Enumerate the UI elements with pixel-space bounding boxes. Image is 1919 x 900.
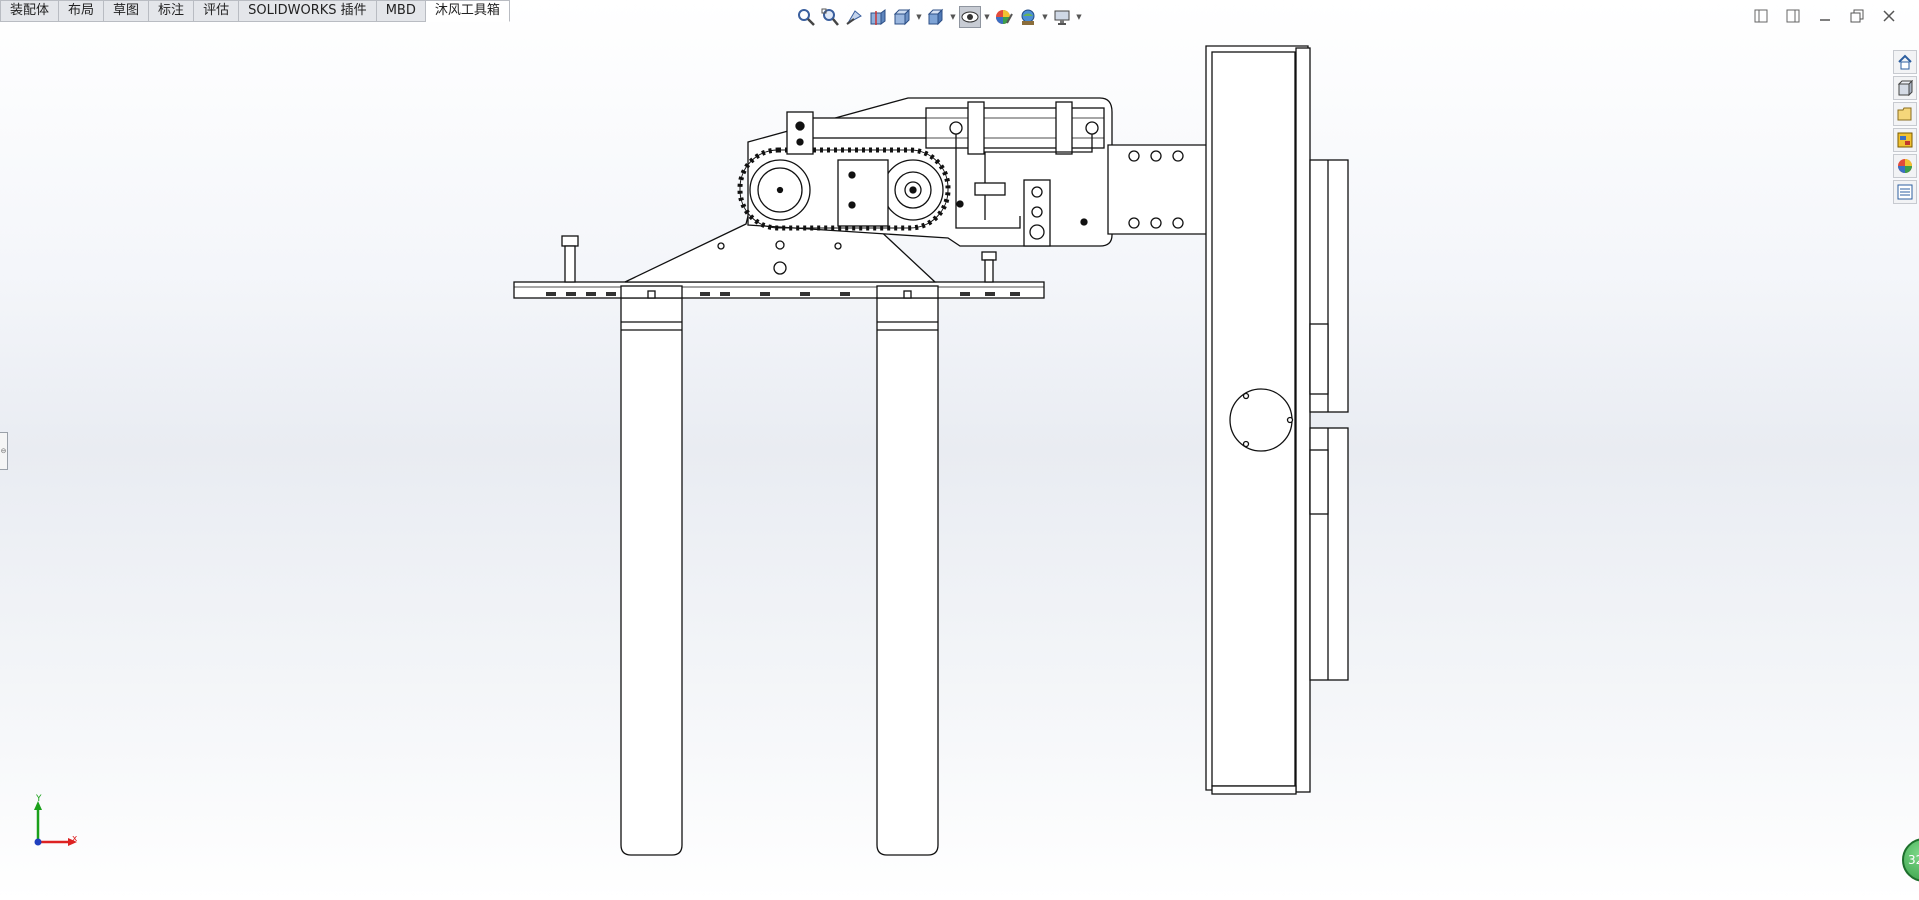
chevron-down-icon[interactable]: ▼ — [983, 6, 991, 28]
heads-up-view-toolbar: ▼ ▼ ▼ ▼ ▼ — [795, 3, 1083, 31]
zoom-to-fit-icon[interactable] — [795, 6, 817, 28]
tab-mbd[interactable]: MBD — [376, 0, 426, 22]
design-library-icon[interactable] — [1893, 76, 1917, 100]
chain-tensioner-block — [837, 159, 889, 227]
chevron-down-icon[interactable]: ▼ — [1041, 6, 1049, 28]
left-post-cap — [561, 235, 579, 247]
tab-layout[interactable]: 布局 — [59, 0, 105, 22]
appearances-icon[interactable] — [1893, 154, 1917, 178]
chevron-down-icon[interactable]: ▼ — [1075, 6, 1083, 28]
custom-properties-icon[interactable] — [1893, 180, 1917, 204]
zoom-to-area-icon[interactable] — [819, 6, 841, 28]
cad-graphics-area[interactable] — [0, 0, 1919, 900]
view-settings-icon[interactable] — [1051, 6, 1073, 28]
right-fork — [876, 297, 939, 856]
window-controls — [1751, 6, 1899, 26]
file-explorer-icon[interactable] — [1893, 102, 1917, 126]
tile-right-icon[interactable] — [1783, 6, 1803, 26]
command-manager-tabs: 装配体 布局 草图 标注 评估 SOLIDWORKS 插件 MBD 沐风工具箱 — [0, 0, 510, 22]
right-post-cap — [981, 251, 997, 261]
home-icon[interactable] — [1893, 50, 1917, 74]
fitting — [974, 182, 1006, 196]
tab-sketch[interactable]: 草图 — [104, 0, 150, 22]
tab-solidworks-addins[interactable]: SOLIDWORKS 插件 — [239, 0, 377, 22]
close-icon[interactable] — [1879, 6, 1899, 26]
tab-assembly[interactable]: 装配体 — [0, 0, 60, 22]
section-view-icon[interactable] — [867, 6, 889, 28]
display-style-icon[interactable] — [925, 6, 947, 28]
minimize-icon[interactable] — [1815, 6, 1835, 26]
mast-inspection-hole — [1229, 388, 1293, 452]
coordinate-triad: Y x — [28, 794, 88, 856]
left-fork — [620, 297, 683, 856]
view-orientation-icon[interactable] — [891, 6, 913, 28]
tab-evaluate[interactable]: 评估 — [194, 0, 240, 22]
edit-appearance-icon[interactable] — [993, 6, 1015, 28]
tab-markup[interactable]: 标注 — [149, 0, 195, 22]
previous-view-icon[interactable] — [843, 6, 865, 28]
cylinder-clamp-right — [1055, 101, 1073, 155]
cylinder-clamp-left — [967, 101, 985, 155]
chevron-down-icon[interactable]: ▼ — [915, 6, 923, 28]
tile-left-icon[interactable] — [1751, 6, 1771, 26]
chevron-down-icon[interactable]: ▼ — [949, 6, 957, 28]
task-pane-tabs — [1893, 50, 1919, 204]
triad-y-label: Y — [36, 794, 42, 804]
left-post — [564, 245, 576, 283]
triad-x-label: x — [72, 834, 78, 844]
apply-scene-icon[interactable] — [1017, 6, 1039, 28]
right-post — [984, 259, 994, 283]
tab-mufeng-toolbox[interactable]: 沐风工具箱 — [425, 0, 510, 22]
cylinder-rod — [811, 117, 929, 139]
cylinder-end-clevis — [786, 111, 814, 155]
badge-count: 32 — [1908, 853, 1919, 867]
view-palette-icon[interactable] — [1893, 128, 1917, 152]
restore-icon[interactable] — [1847, 6, 1867, 26]
hide-show-items-icon[interactable] — [959, 6, 981, 28]
